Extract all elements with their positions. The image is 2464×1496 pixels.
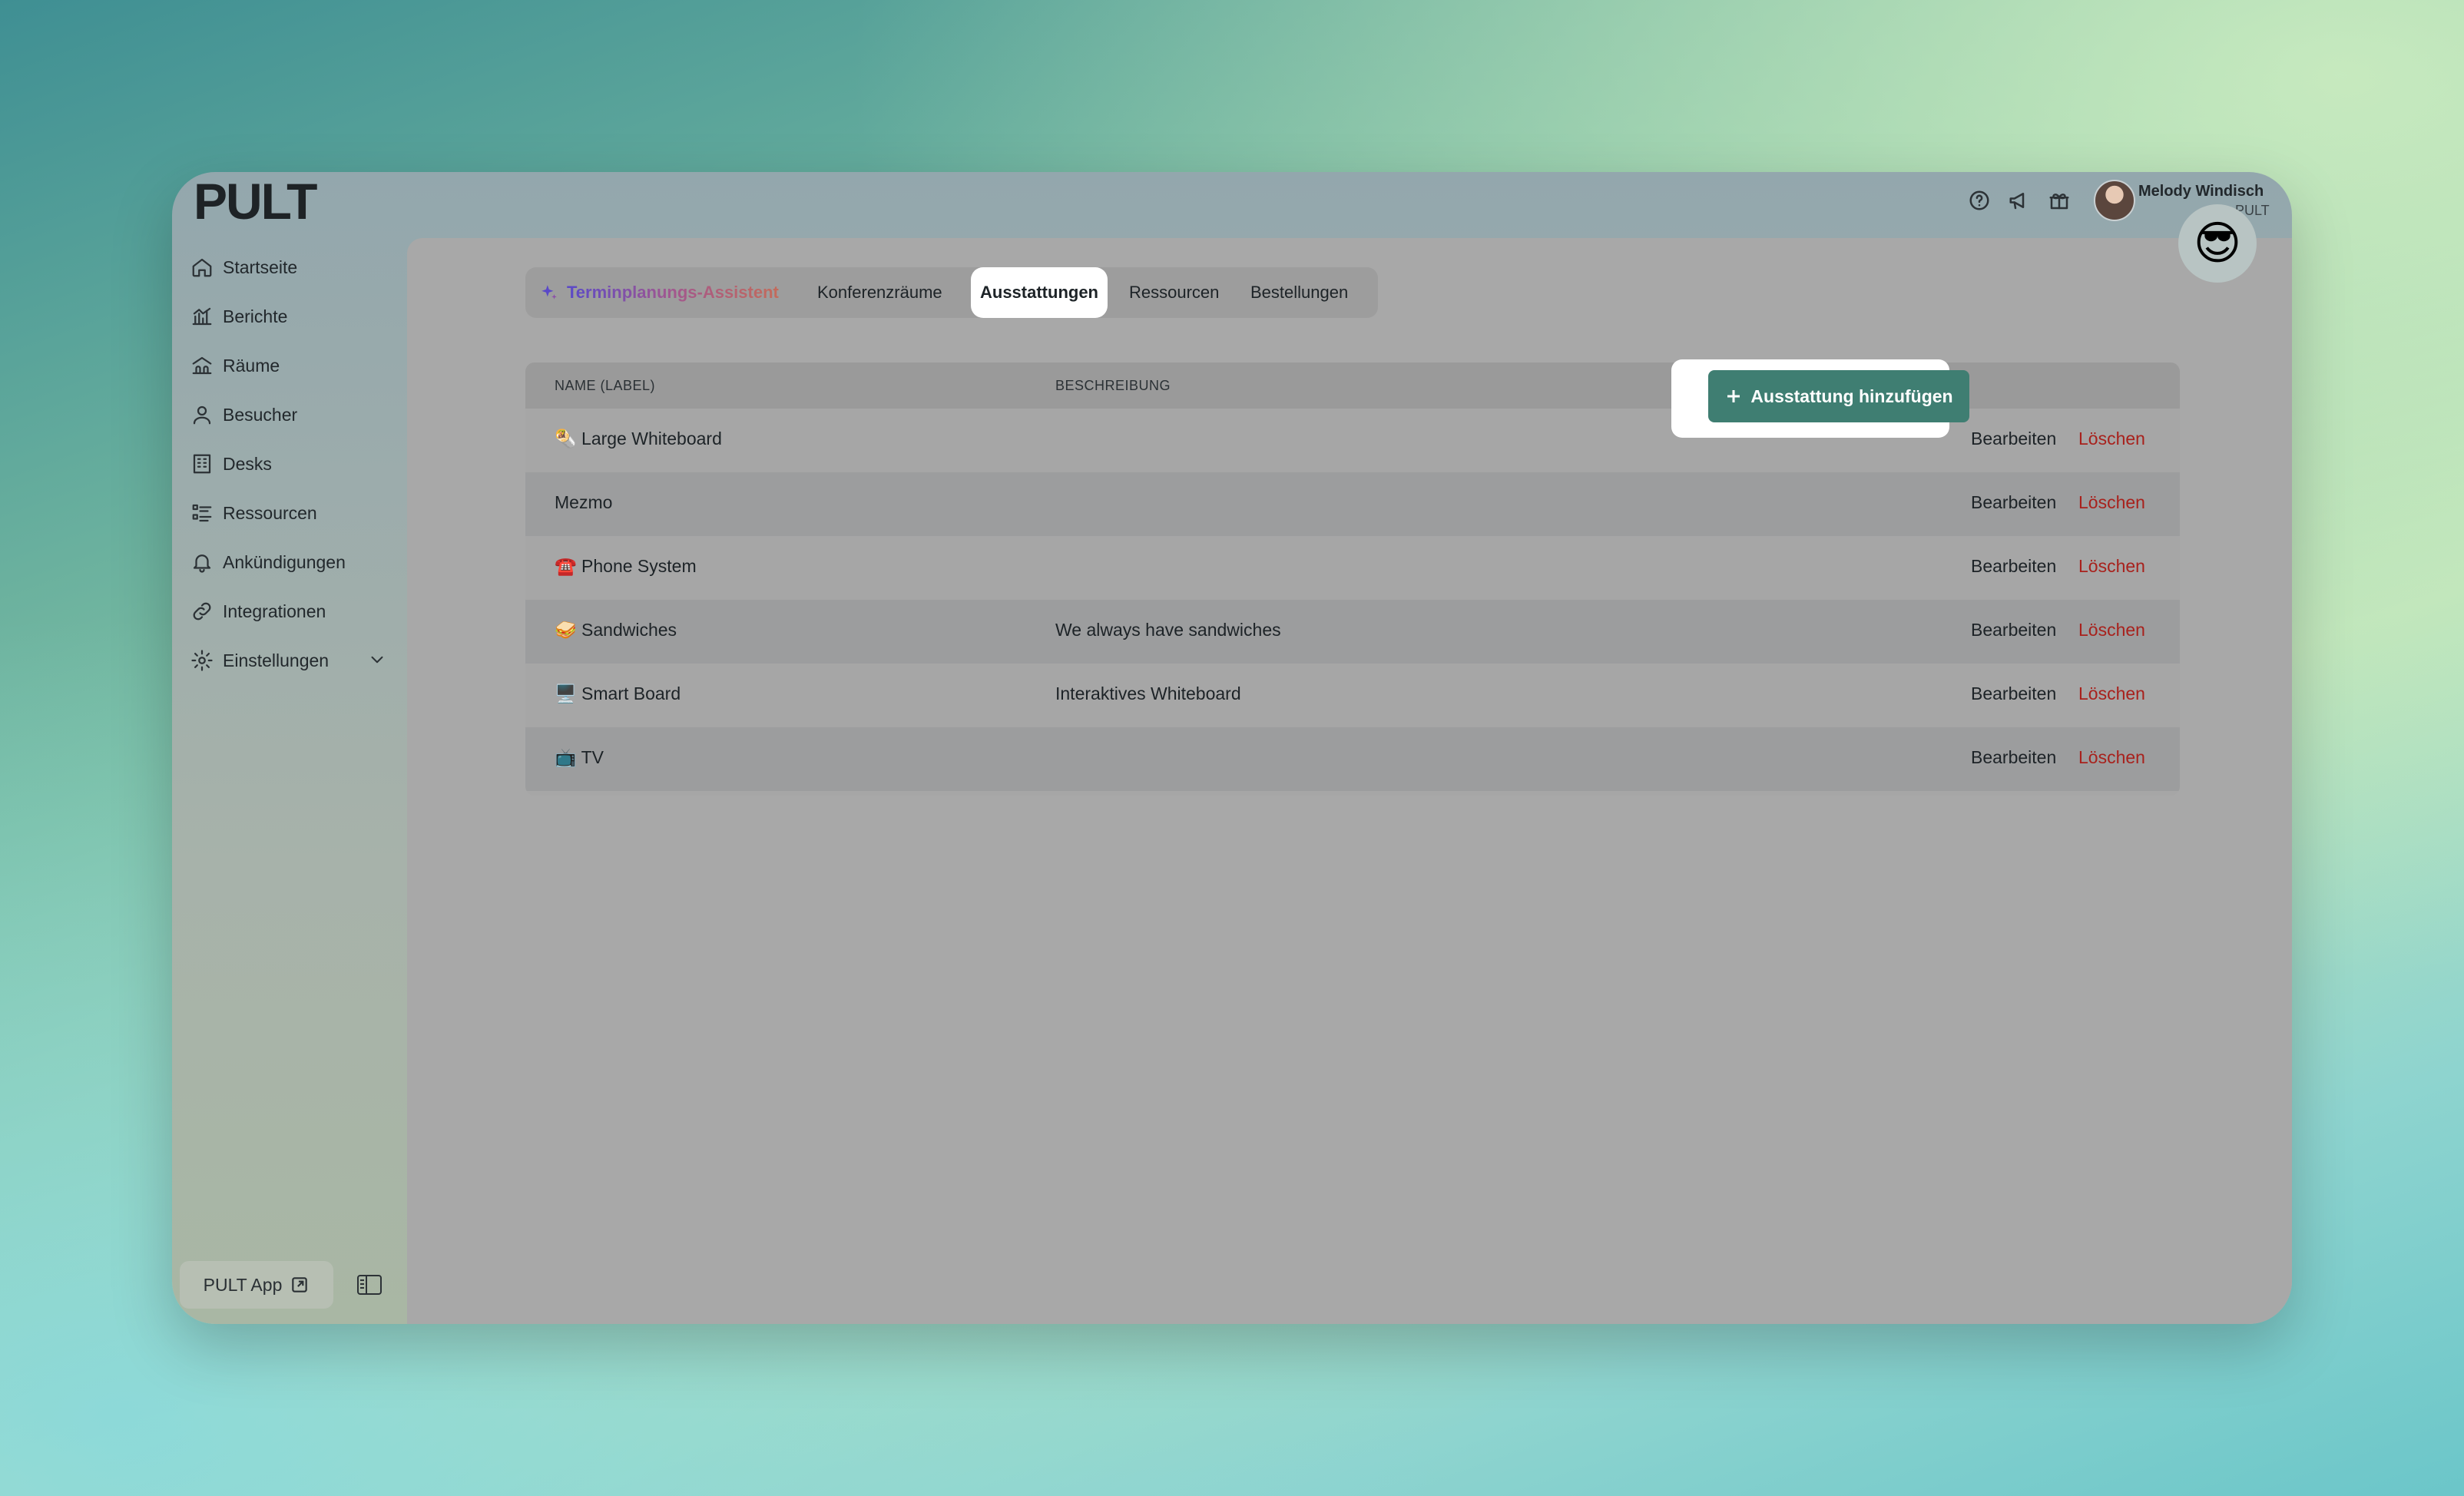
add-equipment-label: Ausstattung hinzufügen bbox=[1750, 386, 1953, 406]
table-row: Mezmo Bearbeiten Löschen bbox=[525, 472, 2180, 536]
table-row: 📺 TV Bearbeiten Löschen bbox=[525, 727, 2180, 791]
sidebar-item-raeume[interactable]: Räume bbox=[190, 347, 280, 384]
column-header-name: NAME (LABEL) bbox=[555, 378, 656, 393]
sidebar-item-label: Räume bbox=[223, 355, 280, 376]
tab-terminplanungs-assistent[interactable]: Terminplanungs-Assistent bbox=[539, 273, 779, 312]
building-icon bbox=[193, 454, 211, 474]
delete-button[interactable]: Löschen bbox=[2078, 492, 2145, 513]
main-content: Terminplanungs-Assistent Konferenzräume … bbox=[407, 238, 2292, 1324]
avatar[interactable] bbox=[2094, 180, 2135, 221]
tab-label: Bestellungen bbox=[1250, 283, 1349, 302]
emoji-bubble: 😎 bbox=[2178, 204, 2257, 283]
row-name: 🥪 Sandwiches bbox=[555, 620, 677, 640]
sidebar-item-startseite[interactable]: Startseite bbox=[190, 249, 297, 286]
link-icon bbox=[193, 602, 211, 621]
sidebar-item-label: Desks bbox=[223, 453, 272, 474]
help-icon[interactable] bbox=[1968, 189, 1991, 216]
edit-button[interactable]: Bearbeiten bbox=[1971, 683, 2056, 704]
row-name: 📺 TV bbox=[555, 747, 604, 767]
edit-button[interactable]: Bearbeiten bbox=[1971, 429, 2056, 449]
sidebar-item-label: Ankündigungen bbox=[223, 551, 346, 572]
edit-button[interactable]: Bearbeiten bbox=[1971, 620, 2056, 640]
sidebar-item-label: Integrationen bbox=[223, 601, 326, 621]
delete-button[interactable]: Löschen bbox=[2078, 747, 2145, 768]
external-link-icon bbox=[292, 1277, 308, 1292]
edit-button[interactable]: Bearbeiten bbox=[1971, 556, 2056, 577]
plus-icon bbox=[1727, 390, 1740, 402]
tab-bestellungen[interactable]: Bestellungen bbox=[1250, 273, 1348, 312]
megaphone-icon[interactable] bbox=[2008, 189, 2031, 216]
home-icon bbox=[192, 258, 212, 277]
sidebar-item-berichte[interactable]: Berichte bbox=[190, 298, 287, 335]
app-window: PULT Startseite Berichte Räume Besucher … bbox=[172, 172, 2292, 1324]
tab-bar: Terminplanungs-Assistent Konferenzräume … bbox=[525, 267, 1378, 318]
add-equipment-button[interactable]: Ausstattung hinzufügen bbox=[1708, 370, 1969, 422]
topbar-icons bbox=[1968, 189, 2071, 216]
sidebar-item-einstellungen[interactable]: Einstellungen bbox=[190, 642, 390, 679]
sidebar-item-label: Einstellungen bbox=[223, 650, 330, 670]
table-row: 🥪 Sandwiches We always have sandwiches B… bbox=[525, 600, 2180, 664]
row-name: 🖥️ Smart Board bbox=[555, 683, 681, 703]
sidebar-toggle-icon bbox=[357, 1275, 382, 1295]
tab-ausstattungen[interactable]: Ausstattungen bbox=[971, 267, 1108, 318]
row-name: 🌯 Large Whiteboard bbox=[555, 429, 722, 448]
delete-button[interactable]: Löschen bbox=[2078, 556, 2145, 577]
logo-wordmark: PULT bbox=[194, 179, 319, 223]
sidebar-item-desks[interactable]: Desks bbox=[190, 445, 272, 482]
tab-label: Ausstattungen bbox=[980, 283, 1098, 302]
sidebar-item-label: Berichte bbox=[223, 306, 288, 326]
sidebar-item-ankuendigungen[interactable]: Ankündigungen bbox=[190, 544, 346, 581]
svg-text:PULT: PULT bbox=[194, 179, 317, 223]
sidebar-item-integrationen[interactable]: Integrationen bbox=[190, 593, 326, 630]
gift-icon[interactable] bbox=[2048, 189, 2071, 216]
tab-label: Konferenzräume bbox=[817, 283, 942, 302]
sidebar-item-ressourcen[interactable]: Ressourcen bbox=[190, 495, 317, 531]
chart-icon bbox=[192, 307, 212, 326]
pult-logo: PULT bbox=[194, 178, 339, 224]
tab-label: Terminplanungs-Assistent bbox=[567, 283, 779, 302]
edit-button[interactable]: Bearbeiten bbox=[1971, 747, 2056, 768]
table-row: ☎️ Phone System Bearbeiten Löschen bbox=[525, 536, 2180, 600]
chevron-down-icon[interactable] bbox=[367, 650, 387, 674]
sidebar-item-label: Besucher bbox=[223, 404, 298, 425]
row-description: Interaktives Whiteboard bbox=[1055, 683, 1241, 703]
row-name: Mezmo bbox=[555, 492, 613, 512]
table-row: 🖥️ Smart Board Interaktives Whiteboard B… bbox=[525, 664, 2180, 727]
user-icon bbox=[193, 405, 211, 425]
rooms-icon bbox=[192, 356, 212, 375]
edit-button[interactable]: Bearbeiten bbox=[1971, 492, 2056, 513]
tab-konferenzraeume[interactable]: Konferenzräume bbox=[817, 273, 942, 312]
row-description: We always have sandwiches bbox=[1055, 620, 1281, 640]
tab-ressourcen[interactable]: Ressourcen bbox=[1129, 273, 1219, 312]
delete-button[interactable]: Löschen bbox=[2078, 683, 2145, 704]
gear-icon bbox=[191, 650, 213, 671]
list-icon bbox=[192, 504, 212, 522]
bell-icon bbox=[193, 554, 211, 573]
row-name: ☎️ Phone System bbox=[555, 556, 697, 576]
tab-label: Ressourcen bbox=[1129, 283, 1220, 302]
delete-button[interactable]: Löschen bbox=[2078, 429, 2145, 449]
sidebar-item-besucher[interactable]: Besucher bbox=[190, 396, 297, 433]
sidebar-item-label: Ressourcen bbox=[223, 502, 317, 523]
sidebar-toggle-button[interactable] bbox=[356, 1273, 383, 1296]
column-header-description: BESCHREIBUNG bbox=[1055, 378, 1171, 393]
pult-app-button[interactable]: PULT App bbox=[180, 1261, 333, 1309]
sidebar-item-label: Startseite bbox=[223, 257, 298, 277]
pult-app-label: PULT App bbox=[203, 1274, 283, 1295]
user-name: Melody Windisch bbox=[2138, 183, 2264, 200]
sparkle-icon bbox=[541, 285, 557, 300]
delete-button[interactable]: Löschen bbox=[2078, 620, 2145, 640]
